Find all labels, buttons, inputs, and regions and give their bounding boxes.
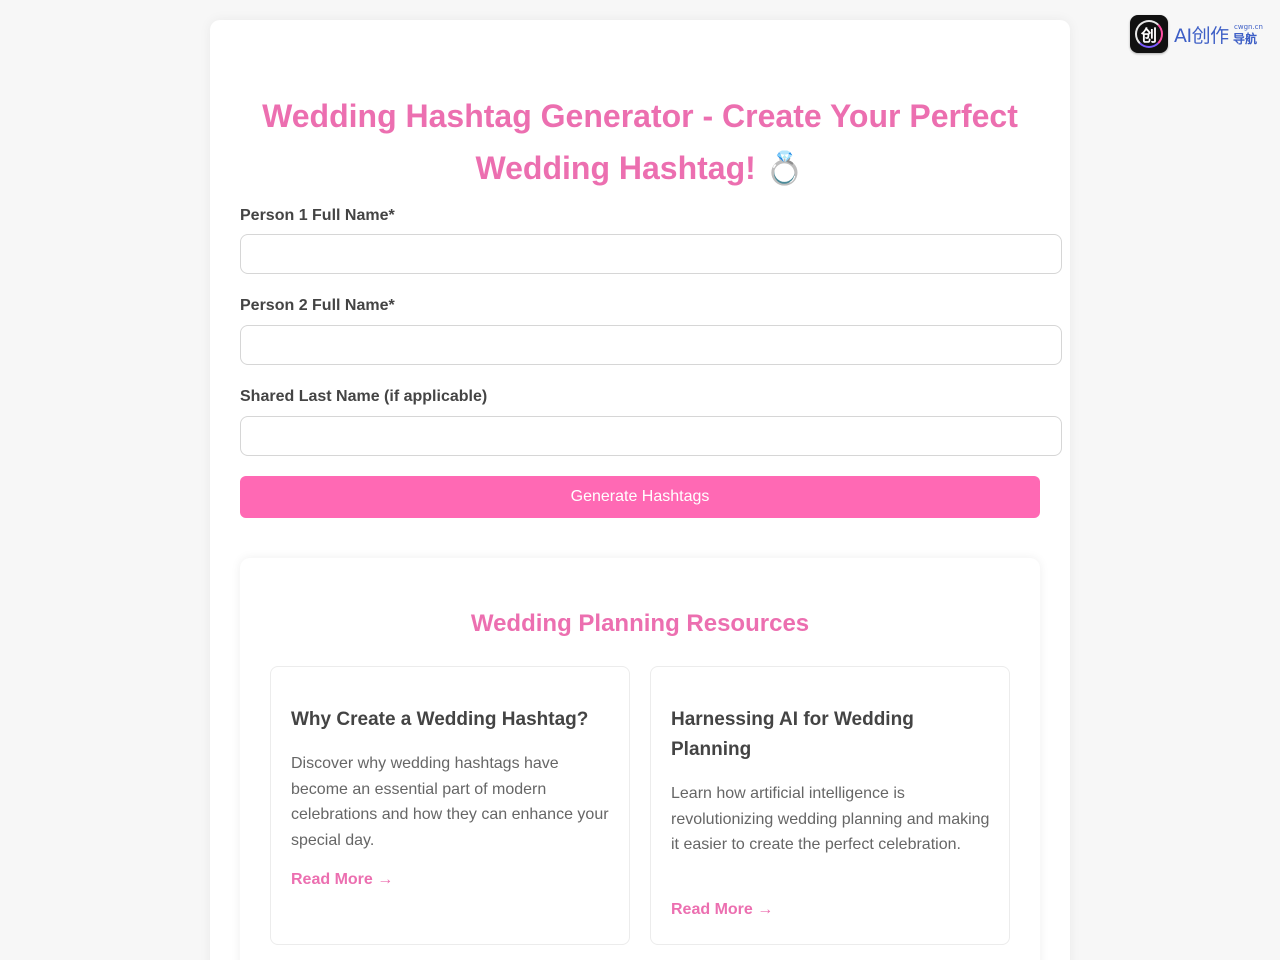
- logo-glyph: 创: [1140, 26, 1157, 45]
- brand-logo-icon: 创: [1130, 15, 1168, 53]
- resource-card-ai: Harnessing AI for Wedding Planning Learn…: [650, 666, 1010, 945]
- resources-title: Wedding Planning Resources: [470, 610, 810, 637]
- read-more-link[interactable]: Read More →: [291, 871, 393, 889]
- person1-name-input[interactable]: [240, 234, 1062, 274]
- lastname-label: Shared Last Name (if applicable): [240, 388, 488, 405]
- brand-badge[interactable]: 创 AI创作 cwgn.cn 导航: [1130, 15, 1263, 53]
- page: 创 AI创作 cwgn.cn 导航 Wedding Hashtag Genera…: [0, 0, 1280, 960]
- person1-label: Person 1 Full Name*: [240, 207, 395, 224]
- generator-card: Wedding Hashtag Generator - Create Your …: [210, 20, 1070, 960]
- brand-nav: 导航: [1233, 32, 1258, 46]
- resource-card-title: Why Create a Wedding Hashtag?: [291, 709, 589, 730]
- page-title: Wedding Hashtag Generator - Create Your …: [240, 90, 1040, 194]
- person2-label: Person 2 Full Name*: [240, 297, 395, 314]
- read-more-link[interactable]: Read More →: [671, 901, 773, 919]
- generate-hashtags-button[interactable]: Generate Hashtags: [240, 476, 1040, 518]
- resource-card-title: Harnessing AI for Wedding Planning: [671, 709, 914, 760]
- ring-icon: 💍: [764, 149, 805, 187]
- brand-name: AI创作: [1174, 25, 1229, 47]
- resource-card-hashtag: Why Create a Wedding Hashtag? Discover w…: [270, 666, 630, 945]
- brand-text: AI创作 cwgn.cn 导航: [1174, 17, 1263, 51]
- shared-lastname-input[interactable]: [240, 416, 1062, 456]
- person2-name-input[interactable]: [240, 325, 1062, 365]
- resources-section: Wedding Planning Resources Why Create a …: [240, 558, 1040, 960]
- resource-card-text: Learn how artificial intelligence is rev…: [671, 785, 990, 854]
- resource-card-text: Discover why wedding hashtags have becom…: [291, 755, 609, 849]
- page-title-text: Wedding Hashtag Generator - Create Your …: [262, 98, 1018, 186]
